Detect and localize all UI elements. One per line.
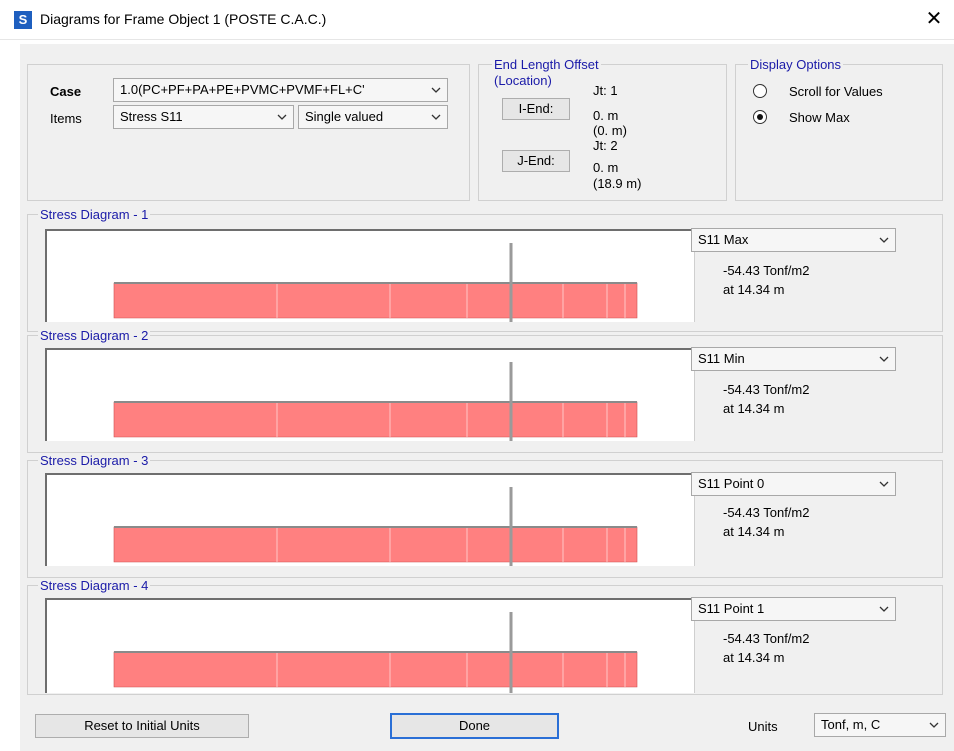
chevron-down-icon [929,721,939,729]
scroll-for-values-radio[interactable] [753,84,767,98]
stress-diagram-4-title: Stress Diagram - 4 [38,578,151,593]
reset-units-button[interactable]: Reset to Initial Units [35,714,249,738]
stress-fill [113,282,638,319]
i-end-location: (0. m) [593,123,627,138]
app-logo-icon: S [14,11,32,29]
items-label: Items [50,111,82,126]
case-select[interactable]: 1.0(PC+PF+PA+PE+PVMC+PVMF+FL+C' [113,78,448,102]
close-icon[interactable]: ✕ [922,6,946,32]
stress-diagram-1-location: at 14.34 m [723,282,785,297]
stress-diagram-2-svg [113,362,638,441]
units-select-value: Tonf, m, C [821,717,881,732]
j-end-location: (18.9 m) [593,176,642,191]
i-end-button[interactable]: I-End: [502,98,570,120]
chevron-down-icon [277,113,287,121]
stress-diagram-2-value: -54.43 Tonf/m2 [723,382,810,397]
stress-diagram-1-svg [113,243,638,322]
stress-diagram-3-component-select[interactable]: S11 Point 0 [691,472,896,496]
stress-diagram-2-component-value: S11 Min [698,351,745,366]
value-mode-select-value: Single valued [305,109,384,124]
show-max-label[interactable]: Show Max [789,110,850,125]
j-end-joint: Jt: 2 [593,138,618,153]
chevron-down-icon [431,86,441,94]
items-select[interactable]: Stress S11 [113,105,294,129]
stress-diagram-1-component-value: S11 Max [698,232,749,247]
stress-diagram-2-plot [45,348,695,441]
stress-diagram-4-plot [45,598,695,693]
case-select-value: 1.0(PC+PF+PA+PE+PVMC+PVMF+FL+C' [120,82,365,97]
scroll-for-values-label[interactable]: Scroll for Values [789,84,883,99]
units-select[interactable]: Tonf, m, C [814,713,946,737]
chevron-down-icon [879,355,889,363]
i-end-joint: Jt: 1 [593,83,618,98]
chevron-down-icon [879,480,889,488]
display-options-title: Display Options [748,57,844,72]
chevron-down-icon [879,236,889,244]
stress-diagram-1-plot [45,229,695,322]
show-max-radio[interactable] [753,110,767,124]
j-end-button[interactable]: J-End: [502,150,570,172]
stress-fill [113,526,638,563]
stress-diagram-3-value: -54.43 Tonf/m2 [723,505,810,520]
stress-diagram-1-component-select[interactable]: S11 Max [691,228,896,252]
stress-diagram-4-component-select[interactable]: S11 Point 1 [691,597,896,621]
title-bar: S Diagrams for Frame Object 1 (POSTE C.A… [0,0,954,40]
case-label: Case [50,84,82,99]
stress-diagram-3-plot [45,473,695,566]
stress-diagram-3-component-value: S11 Point 0 [698,476,765,491]
units-label: Units [748,719,778,734]
end-length-offset-title: End Length Offset [492,57,601,72]
i-end-offset: 0. m [593,108,619,123]
items-select-value: Stress S11 [120,109,183,124]
stress-diagram-1-title: Stress Diagram - 1 [38,207,151,222]
stress-diagram-4-value: -54.43 Tonf/m2 [723,631,810,646]
chevron-down-icon [879,605,889,613]
stress-diagram-3-title: Stress Diagram - 3 [38,453,151,468]
stress-diagram-2-title: Stress Diagram - 2 [38,328,151,343]
chevron-down-icon [431,113,441,121]
stress-fill [113,401,638,438]
stress-diagram-2-component-select[interactable]: S11 Min [691,347,896,371]
stress-diagram-4-component-value: S11 Point 1 [698,601,765,616]
window-title: Diagrams for Frame Object 1 (POSTE C.A.C… [40,11,327,27]
stress-diagram-1-value: -54.43 Tonf/m2 [723,263,810,278]
stress-diagram-2-location: at 14.34 m [723,401,785,416]
end-length-offset-subtitle: (Location) [492,73,554,88]
stress-diagram-4-location: at 14.34 m [723,650,785,665]
stress-diagram-3-svg [113,487,638,566]
stress-diagram-4-svg [113,612,638,693]
done-button[interactable]: Done [390,713,559,739]
stress-fill [113,651,638,688]
value-mode-select[interactable]: Single valued [298,105,448,129]
j-end-offset: 0. m [593,160,619,175]
stress-diagram-3-location: at 14.34 m [723,524,785,539]
